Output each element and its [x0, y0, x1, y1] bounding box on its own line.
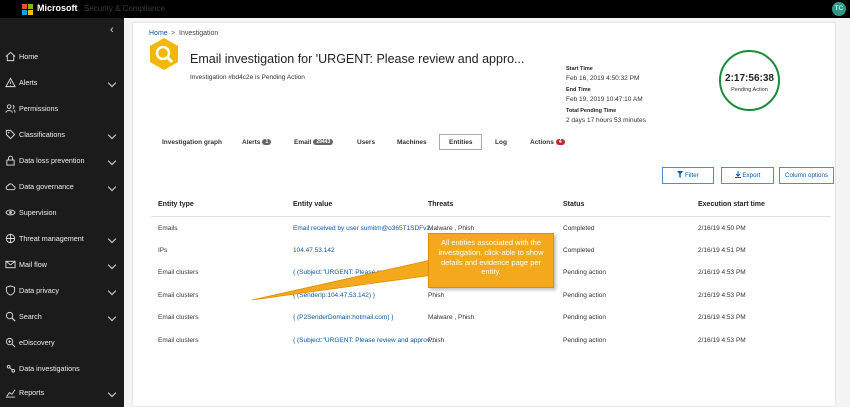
callout-arrow — [251, 257, 441, 301]
callout-annotation: All entities associated with the investi… — [428, 233, 554, 288]
